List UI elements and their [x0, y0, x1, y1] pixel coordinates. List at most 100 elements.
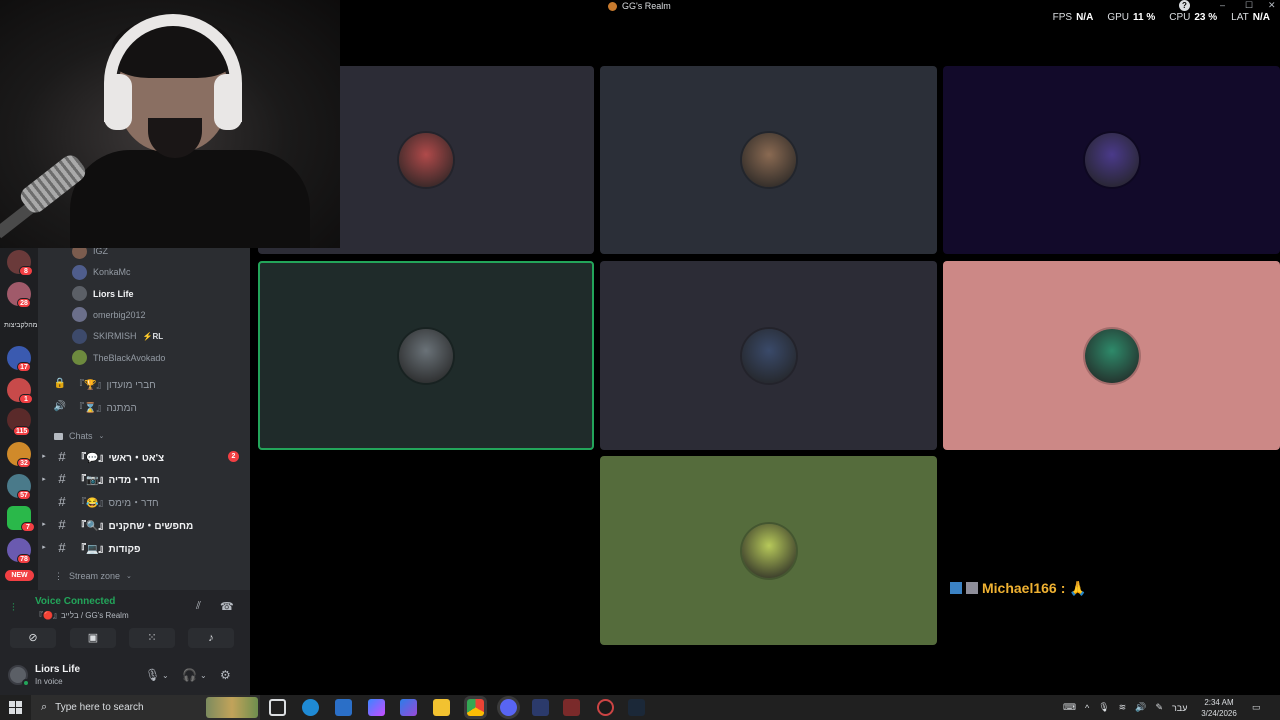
- server-icon[interactable]: 8: [7, 250, 33, 276]
- voice-connection-panel: ⫶ Voice Connected 『🔴』בלייב / GG's Realm …: [0, 590, 250, 655]
- video-tile[interactable]: [258, 261, 594, 450]
- language-indicator[interactable]: עבר: [1172, 703, 1187, 713]
- server-folder-label: מהלקביצות: [4, 322, 38, 329]
- user-panel: Liors Life In voice 🎙 ⌄ 🎧 ⌄ ⚙: [0, 655, 250, 695]
- channel-name: 『💬』צ'אט・ראשי: [76, 452, 165, 464]
- hashtag-icon: #: [58, 516, 66, 532]
- help-icon[interactable]: ?: [1179, 0, 1190, 11]
- microphone-icon[interactable]: 🎙: [145, 668, 160, 682]
- voice-channel-club[interactable]: 🔒 『🏆』חברי מועדון: [38, 374, 250, 392]
- chevron-down-icon[interactable]: ⌄: [162, 671, 169, 680]
- volume-icon[interactable]: 🔊: [1135, 702, 1146, 713]
- windows-start-icon[interactable]: [9, 701, 22, 714]
- mention-badge: 1: [19, 394, 33, 404]
- channel-sidebar: IGZ KonkaMc Liors Life omerbig2012 SKIRMISH ⚡…: [38, 248, 250, 590]
- chrome-icon[interactable]: [467, 699, 484, 716]
- server-icon[interactable]: 32: [7, 442, 31, 468]
- member-name: Liors Life: [93, 288, 134, 299]
- chevron-up-icon[interactable]: ^: [1085, 703, 1089, 713]
- video-tile[interactable]: [943, 261, 1280, 450]
- channel-name: 『⌛』המתנה: [74, 402, 137, 414]
- voice-member[interactable]: TheBlackAvokado: [72, 349, 165, 367]
- screen-share-button[interactable]: ▣: [70, 628, 116, 648]
- server-icon[interactable]: 7: [7, 506, 35, 532]
- chevron-down-icon: ⌄: [98, 433, 105, 440]
- username[interactable]: Liors Life: [35, 664, 80, 675]
- taskbar-search[interactable]: ⌕ Type here to search: [31, 695, 260, 720]
- discord-icon[interactable]: [500, 699, 517, 716]
- microphone-icon[interactable]: 🎙: [1098, 702, 1109, 713]
- camera-off-button[interactable]: ⊘: [10, 628, 56, 648]
- store-icon[interactable]: [335, 699, 352, 716]
- pen-icon[interactable]: ✎: [1155, 702, 1163, 713]
- voice-channel-waiting[interactable]: 🔊 『⌛』המתנה: [38, 397, 250, 415]
- video-tile[interactable]: [943, 66, 1280, 254]
- wifi-icon[interactable]: ≋: [1119, 702, 1127, 713]
- chat-message: 🙏: [1069, 579, 1087, 596]
- notifications-icon[interactable]: ▭: [1252, 695, 1261, 720]
- text-channel[interactable]: # 『😂』חדר・מימס: [38, 493, 250, 511]
- clock[interactable]: 2:34 AM 3/24/2026: [1194, 697, 1244, 719]
- voice-channel-path[interactable]: 『🔴』בלייב / GG's Realm: [35, 610, 129, 621]
- close-button[interactable]: ✕: [1268, 0, 1276, 12]
- text-channel[interactable]: ▸ # 『💬』צ'אט・ראשי 2: [38, 447, 250, 465]
- fps-label: FPS: [1052, 12, 1073, 23]
- chevron-right-icon[interactable]: ▸: [38, 475, 50, 483]
- text-channel[interactable]: ▸ # 『🔍』מחפשים・שחקנים: [38, 515, 250, 533]
- steam-icon[interactable]: [628, 699, 645, 716]
- avatar: [72, 328, 87, 344]
- signal-icon: ⫶: [12, 602, 15, 614]
- maximize-button[interactable]: ☐: [1245, 0, 1253, 12]
- speaker-icon: 🔊: [53, 400, 67, 412]
- voice-member[interactable]: omerbig2012: [72, 306, 146, 324]
- obs-icon[interactable]: [597, 699, 614, 716]
- gpu-stat: GPU 11 %: [1107, 12, 1155, 23]
- category-chats[interactable]: Chats ⌄: [54, 429, 104, 443]
- avatar: [72, 350, 87, 365]
- server-icon[interactable]: 78: [7, 538, 31, 564]
- text-channel[interactable]: ▸ # 『📷』חדר・מדיה: [38, 470, 250, 488]
- chevron-right-icon[interactable]: ▸: [38, 543, 50, 551]
- minimize-button[interactable]: –: [1220, 0, 1225, 12]
- copilot-icon[interactable]: [368, 699, 385, 716]
- activities-button[interactable]: ⁙: [129, 628, 175, 648]
- gear-icon[interactable]: ⚙: [220, 668, 231, 682]
- disconnect-icon[interactable]: ☎: [220, 600, 234, 613]
- soundboard-button[interactable]: ♪: [188, 628, 234, 648]
- new-badge[interactable]: NEW: [5, 570, 34, 581]
- edge-icon[interactable]: [302, 699, 319, 716]
- voice-status-title[interactable]: Voice Connected: [35, 596, 115, 607]
- game-icon[interactable]: [563, 699, 580, 716]
- headphones-icon[interactable]: 🎧: [182, 668, 197, 682]
- keyboard-icon[interactable]: ⌨: [1063, 702, 1076, 713]
- category-stream-zone[interactable]: ⋮ Stream zone ⌄: [54, 569, 132, 583]
- noise-suppression-icon[interactable]: ⫽: [196, 600, 201, 613]
- video-tile[interactable]: [600, 261, 937, 450]
- server-icon[interactable]: 28: [7, 282, 31, 308]
- mention-badge: 17: [17, 362, 31, 372]
- avatar: [72, 307, 87, 323]
- video-tile[interactable]: [600, 66, 937, 254]
- m365-icon[interactable]: [400, 699, 417, 716]
- chat-username: Michael166: [982, 580, 1057, 596]
- voice-member[interactable]: IGZ: [72, 248, 108, 260]
- chevron-right-icon[interactable]: ▸: [38, 520, 50, 528]
- app-icon[interactable]: [532, 699, 549, 716]
- voice-member[interactable]: Liors Life: [72, 285, 134, 303]
- text-channel[interactable]: ▸ # 『💻』פקודות: [38, 538, 250, 556]
- member-name: IGZ: [93, 248, 108, 256]
- clock-time: 2:34 AM: [1204, 698, 1234, 707]
- server-icon[interactable]: 17: [7, 346, 31, 372]
- voice-member[interactable]: SKIRMISH ⚡RL: [72, 327, 163, 345]
- avatar: [741, 133, 796, 187]
- file-explorer-icon[interactable]: [433, 699, 450, 716]
- voice-member[interactable]: KonkaMc: [72, 263, 131, 281]
- video-tile[interactable]: [600, 456, 937, 645]
- server-icon[interactable]: 57: [7, 474, 31, 500]
- server-icon[interactable]: 115: [7, 408, 31, 436]
- task-view-icon[interactable]: [269, 699, 286, 716]
- status-indicator: [22, 679, 30, 687]
- chevron-down-icon[interactable]: ⌄: [200, 671, 207, 680]
- chevron-right-icon[interactable]: ▸: [38, 452, 50, 460]
- server-icon[interactable]: 1: [7, 378, 33, 404]
